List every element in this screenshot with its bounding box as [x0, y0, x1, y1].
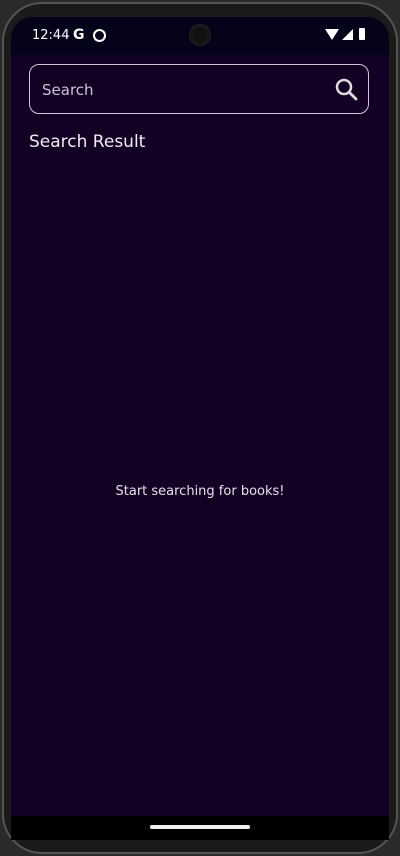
- wifi-icon: [325, 29, 339, 40]
- search-icon[interactable]: [334, 77, 358, 101]
- clock: 12:44: [32, 28, 70, 43]
- status-bar: 12:44 G: [11, 17, 389, 55]
- camera-cutout: [189, 24, 211, 46]
- google-icon: G: [73, 27, 85, 43]
- notification-icon: [93, 29, 106, 42]
- search-input[interactable]: [40, 65, 324, 114]
- battery-icon: [359, 28, 365, 40]
- app-screen: 12:44 G Search Result Start searching fo…: [11, 17, 389, 840]
- signal-icon: [342, 29, 353, 40]
- search-bar[interactable]: [29, 64, 369, 114]
- section-title: Search Result: [29, 132, 146, 152]
- empty-state-message: Start searching for books!: [115, 484, 285, 499]
- home-handle[interactable]: [150, 825, 250, 829]
- navigation-bar: [11, 816, 389, 840]
